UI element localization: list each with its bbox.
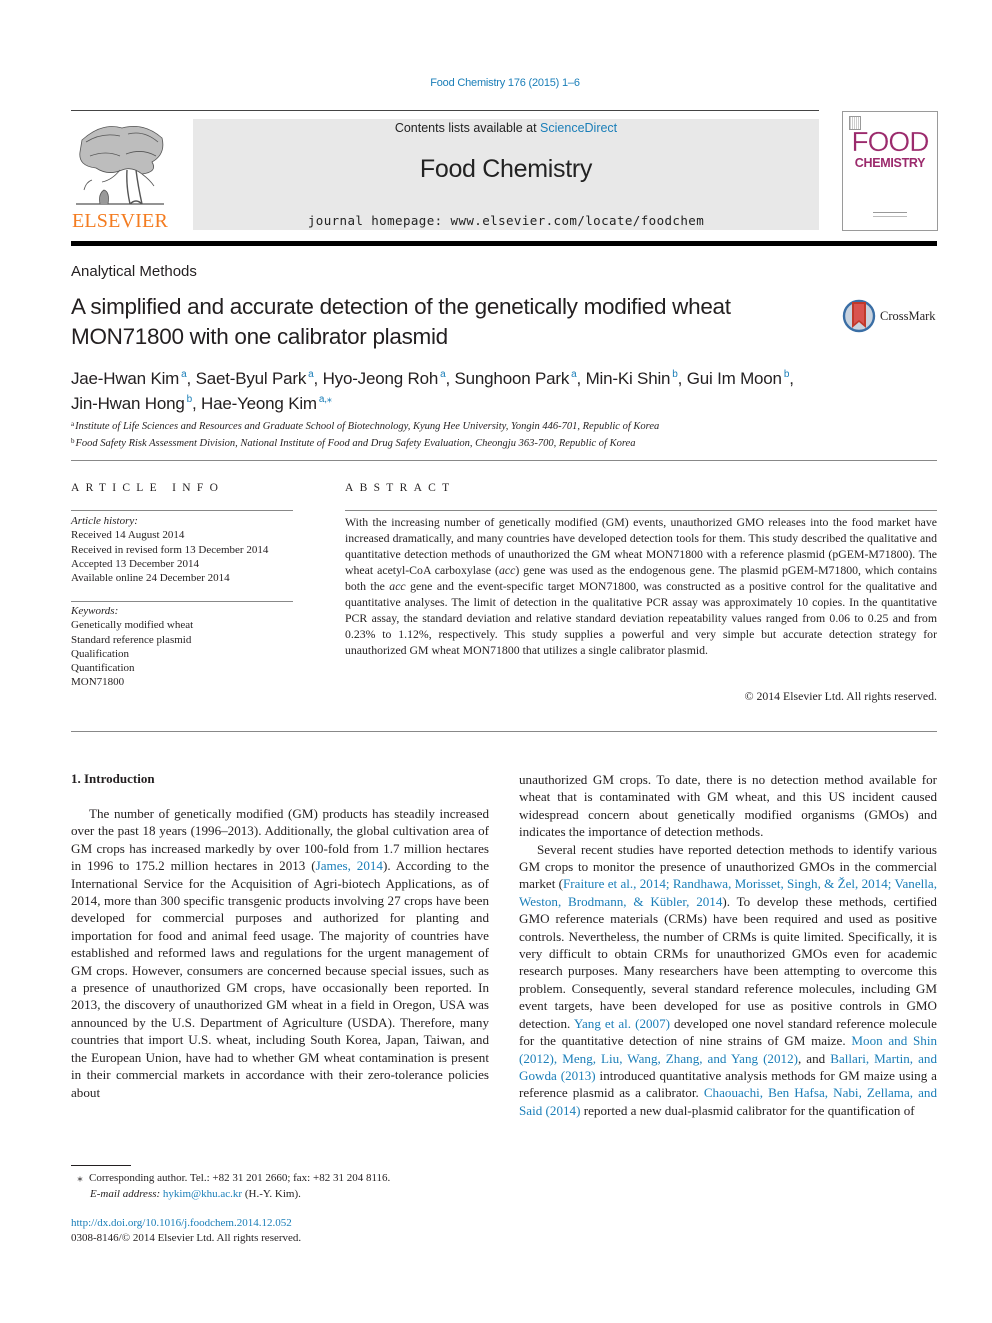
homepage-prefix: journal homepage: — [307, 213, 451, 228]
keyword-item: Standard reference plasmid — [71, 633, 192, 646]
affiliation-b-key: b — [71, 437, 75, 445]
elsevier-wordmark: ELSEVIER — [71, 210, 169, 232]
contents-line: Contents lists available at ScienceDirec… — [193, 121, 819, 135]
author-name[interactable]: Hae-Yeong Kim — [201, 394, 317, 413]
author-separator: , — [789, 369, 794, 388]
citation-link[interactable]: Yang et al. (2007) — [574, 1016, 670, 1031]
affiliation-b: bFood Safety Risk Assessment Division, N… — [71, 434, 931, 451]
corresponding-author-footnote: ⁎ Corresponding author. Tel.: +82 31 201 … — [71, 1170, 489, 1202]
paragraph: unauthorized GM crops. To date, there is… — [519, 772, 937, 840]
article-history: Article history: Received 14 August 2014… — [71, 514, 301, 585]
doi-block: http://dx.doi.org/10.1016/j.foodchem.201… — [71, 1216, 489, 1246]
journal-name: Food Chemistry — [419, 155, 593, 183]
author-separator: , — [192, 394, 202, 413]
abstract-divider — [71, 731, 937, 732]
author-name[interactable]: Min-Ki Shin — [586, 369, 671, 388]
author-name[interactable]: Hyo-Jeong Roh — [323, 369, 439, 388]
header-thick-rule — [71, 241, 937, 246]
journal-citation-link[interactable]: Food Chemistry 176 (2015) 1–6 — [0, 77, 992, 89]
abstract-copyright: © 2014 Elsevier Ltd. All rights reserved… — [744, 689, 937, 703]
elsevier-logo[interactable]: ELSEVIER — [70, 120, 170, 232]
abstract-part: gene and the event-specific target MON71… — [345, 579, 937, 657]
affiliation-a-key: a — [71, 420, 75, 428]
text-run: ). According to the International Servic… — [71, 858, 490, 1100]
text-run: reported a new dual-plasmid calibrator f… — [580, 1102, 915, 1118]
journal-cover-thumbnail[interactable]: FOOD CHEMISTRY — [842, 111, 938, 231]
keywords: Keywords: Genetically modified wheat Sta… — [71, 604, 301, 690]
crossmark-label: CrossMark — [880, 308, 936, 323]
history-item: Accepted 13 December 2014 — [71, 557, 199, 570]
email-link[interactable]: hykim@khu.ac.kr — [163, 1188, 242, 1200]
article-info-heading: ARTICLE INFO — [71, 482, 225, 494]
email-suffix: (H.-Y. Kim). — [242, 1188, 301, 1200]
affiliation-b-text: Food Safety Risk Assessment Division, Na… — [75, 438, 636, 449]
crossmark-icon — [842, 299, 876, 333]
journal-masthead: Contents lists available at ScienceDirec… — [193, 119, 819, 230]
keywords-rule — [71, 601, 293, 602]
keyword-item: Genetically modified wheat — [71, 619, 194, 632]
text-run: , and — [797, 1050, 831, 1066]
citation-link[interactable]: James, 2014 — [316, 858, 383, 873]
author-list: Jae-Hwan Kim a, Saet-Byul Park a, Hyo-Jeon… — [71, 364, 931, 414]
author-name[interactable]: Saet-Byul Park — [196, 369, 307, 388]
abstract-rule — [345, 510, 937, 511]
introduction-heading: 1. Introduction — [71, 771, 155, 786]
history-item: Received 14 August 2014 — [71, 529, 185, 542]
text-run: ). To develop these methods, certified G… — [519, 893, 937, 1031]
affiliation-list: aInstitute of Life Sciences and Resource… — [71, 417, 931, 451]
article-section-label: Analytical Methods — [71, 263, 197, 280]
cover-fine-print — [873, 212, 907, 217]
gene-name-acc: acc — [498, 563, 516, 577]
history-item: Available online 24 December 2014 — [71, 572, 230, 585]
footnote-contact: Corresponding author. Tel.: +82 31 201 2… — [89, 1172, 391, 1184]
issn-copyright: 0308-8146/© 2014 Elsevier Ltd. All right… — [71, 1232, 302, 1244]
elsevier-tree-icon — [76, 125, 164, 205]
author-name[interactable]: Gui Im Moon — [687, 369, 782, 388]
author-separator: , — [677, 369, 687, 388]
keyword-item: MON71800 — [71, 676, 125, 689]
footnote-email-line: E-mail address: hykim@khu.ac.kr (H.-Y. K… — [71, 1186, 489, 1202]
keyword-item: Quantification — [71, 662, 135, 675]
author-separator: , — [445, 369, 455, 388]
right-column-text: unauthorized GM crops. To date, there is… — [519, 771, 937, 1119]
cover-title-chemistry: CHEMISTRY — [854, 156, 926, 170]
history-item: Received in revised form 13 December 201… — [71, 543, 269, 556]
crossmark-button[interactable]: CrossMark — [842, 298, 942, 334]
footnote-star: ⁎ — [77, 1172, 83, 1184]
abstract-heading: ABSTRACT — [345, 482, 456, 494]
affiliation-a: aInstitute of Life Sciences and Resource… — [71, 417, 931, 434]
section-divider — [71, 460, 937, 461]
doi-link[interactable]: http://dx.doi.org/10.1016/j.foodchem.201… — [71, 1217, 292, 1229]
keyword-item: Qualification — [71, 647, 130, 660]
article-history-label: Article history: — [71, 515, 138, 527]
journal-homepage: journal homepage: www.elsevier.com/locat… — [193, 213, 819, 228]
author-separator: , — [576, 369, 586, 388]
header-rule — [71, 110, 819, 111]
sciencedirect-link[interactable]: ScienceDirect — [540, 121, 617, 135]
article-title: A simplified and accurate detection of t… — [71, 294, 731, 349]
paragraph: The number of genetically modified (GM) … — [71, 805, 489, 1101]
homepage-url-link[interactable]: www.elsevier.com/locate/foodchem — [451, 213, 705, 228]
cover-title-food: FOOD — [851, 126, 929, 157]
footnote-line: ⁎ Corresponding author. Tel.: +82 31 201 … — [71, 1170, 489, 1186]
author-separator: , — [313, 369, 323, 388]
author-separator: , — [186, 369, 196, 388]
left-column-text: The number of genetically modified (GM) … — [71, 805, 489, 1101]
author-name[interactable]: Jae-Hwan Kim — [71, 369, 179, 388]
article-info-rule — [71, 510, 293, 511]
author-affiliation-marker[interactable]: a,⁎ — [319, 394, 332, 405]
paragraph: Several recent studies have reported det… — [519, 841, 937, 1120]
affiliation-a-text: Institute of Life Sciences and Resources… — [75, 421, 660, 432]
gene-name-acc: acc — [389, 579, 406, 593]
email-label: E-mail address: — [90, 1188, 163, 1200]
author-name[interactable]: Sunghoon Park — [455, 369, 570, 388]
author-name[interactable]: Jin-Hwan Hong — [71, 394, 185, 413]
contents-prefix: Contents lists available at — [394, 121, 541, 135]
footnote-rule — [71, 1165, 131, 1166]
abstract-text: With the increasing number of geneticall… — [345, 514, 937, 658]
keywords-label: Keywords: — [71, 605, 119, 617]
